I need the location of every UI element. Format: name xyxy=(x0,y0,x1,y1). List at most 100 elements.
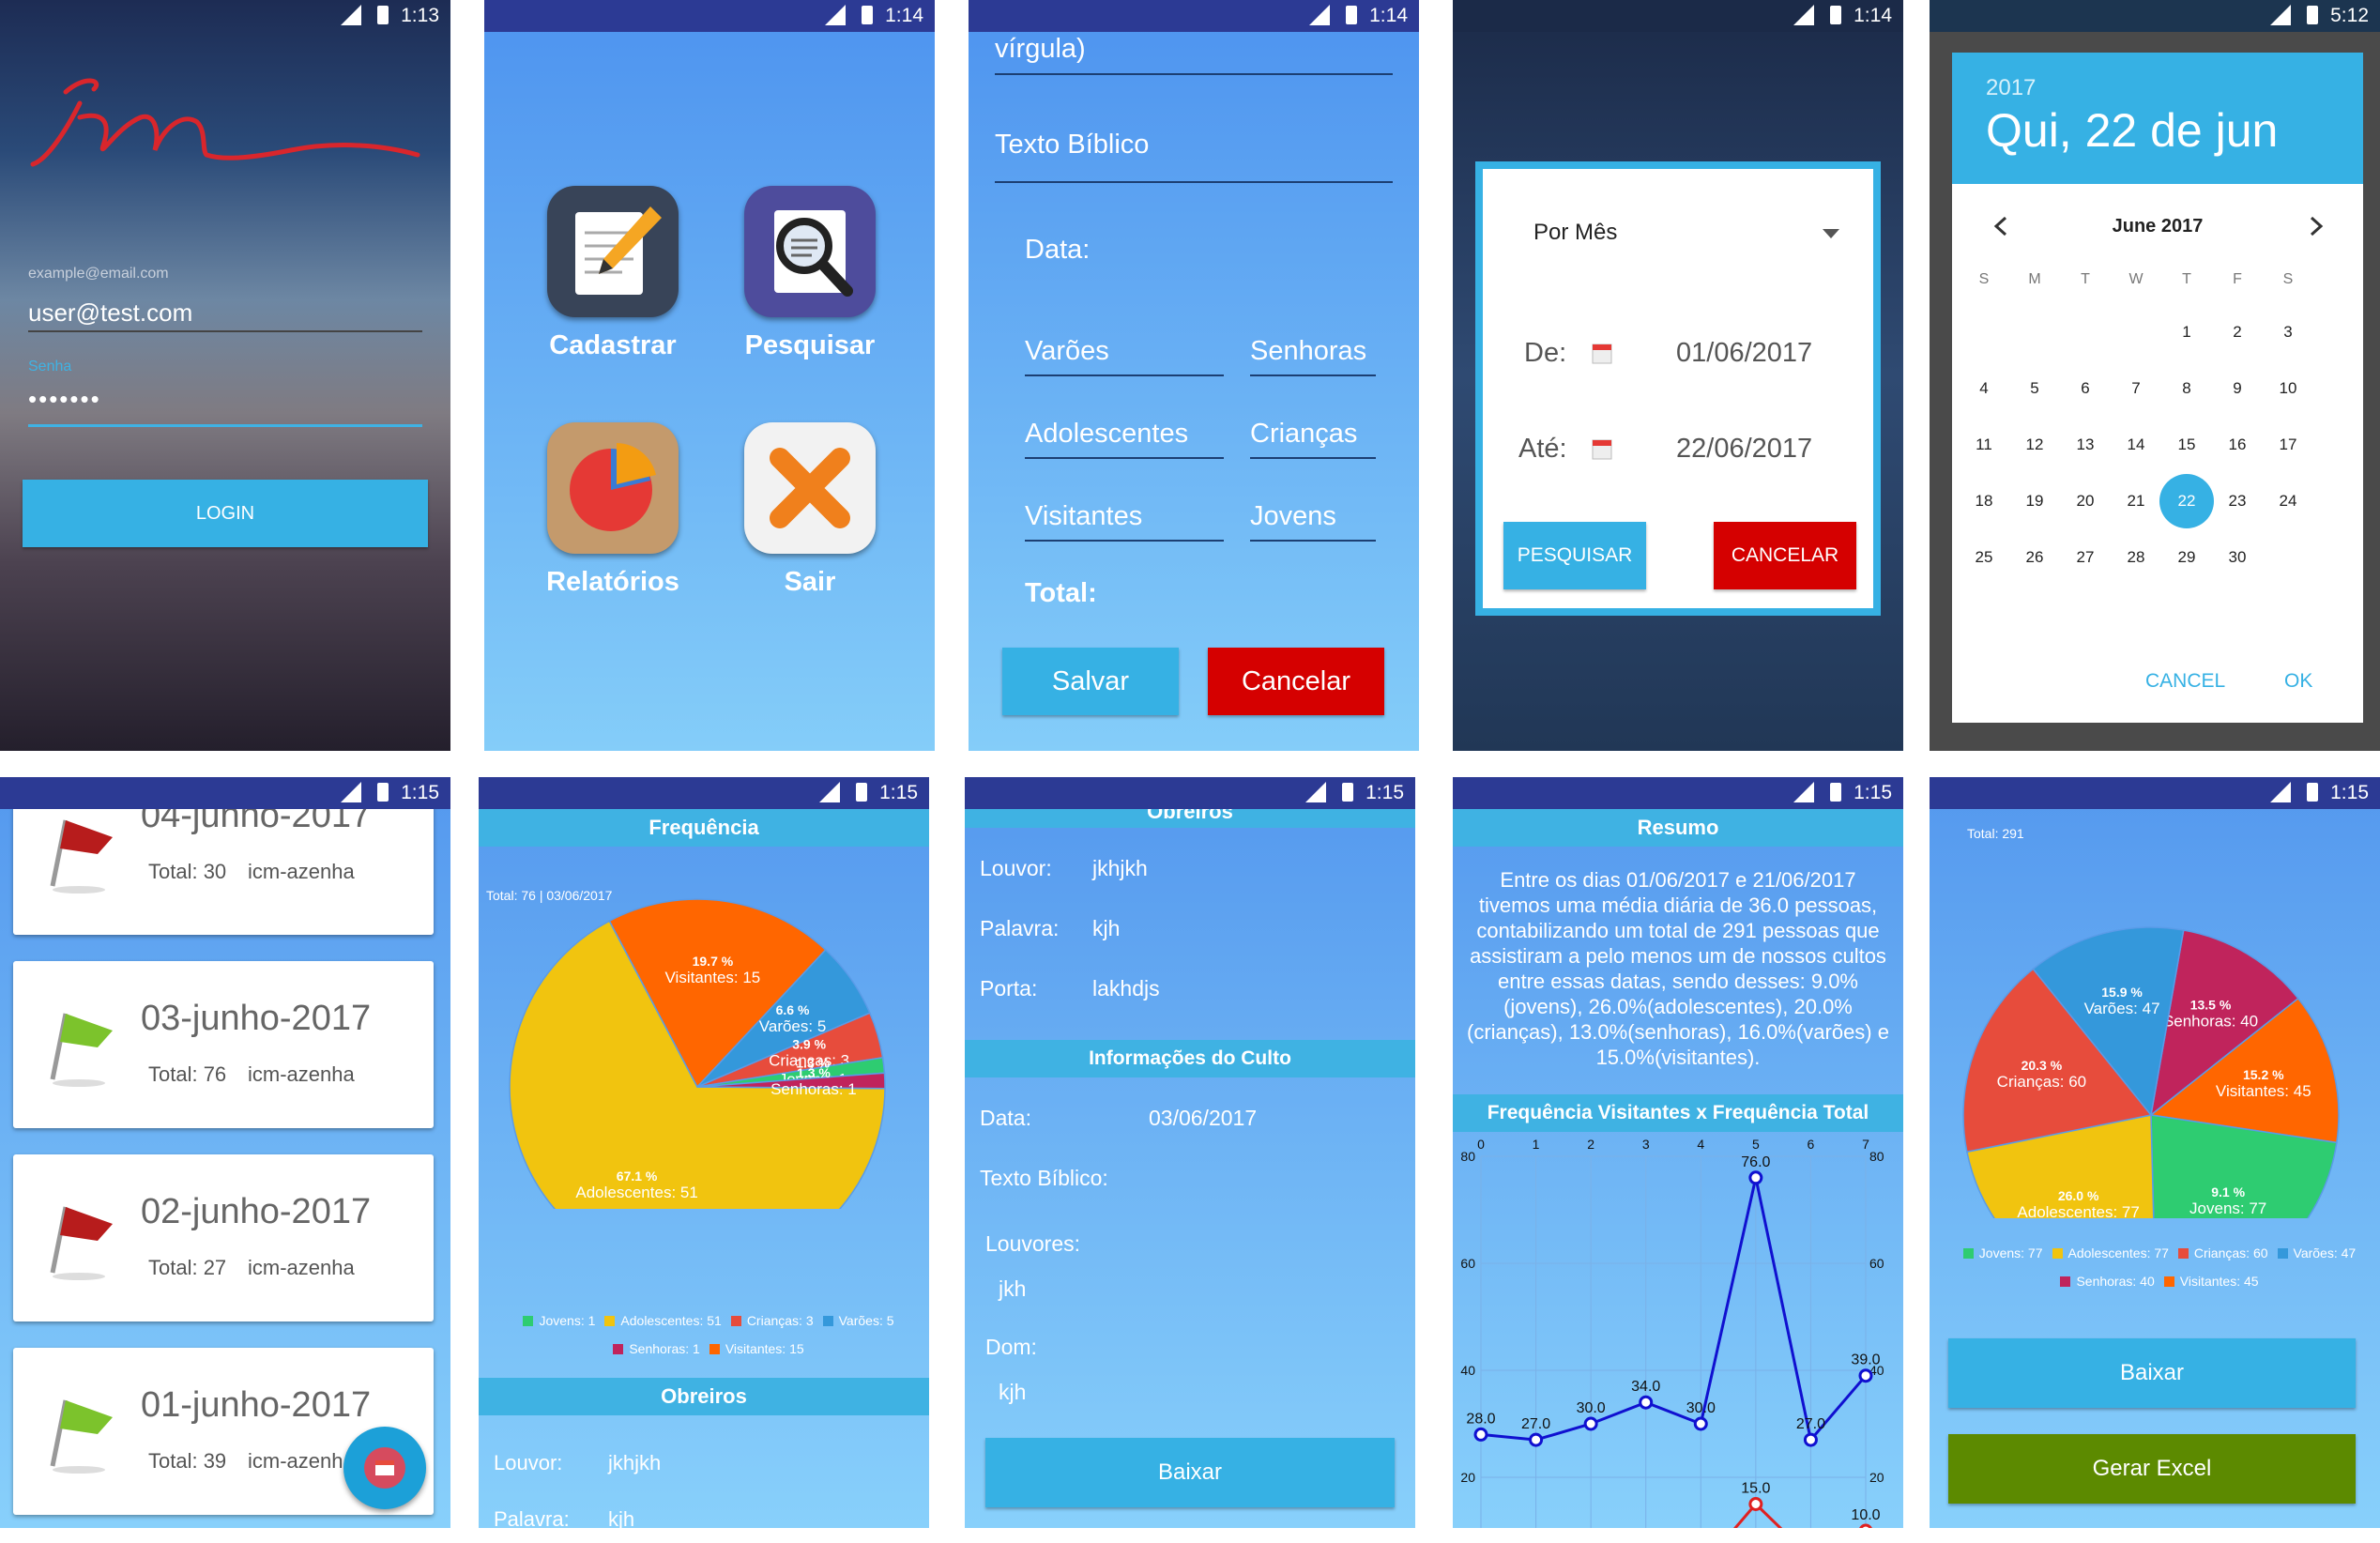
frequency-header: Frequência xyxy=(479,809,929,847)
teens-field[interactable]: Adolescentes xyxy=(1025,419,1188,450)
calendar-day[interactable]: 4 xyxy=(1965,379,2003,398)
to-date-value[interactable]: 22/06/2017 xyxy=(1676,434,1812,465)
email-field[interactable]: user@test.com xyxy=(28,298,192,328)
calendar-day[interactable]: 15 xyxy=(2168,435,2205,454)
slice-label: Varões: 47 xyxy=(2084,1000,2160,1017)
calendar-icon[interactable] xyxy=(1592,437,1612,460)
date-field[interactable]: Data: xyxy=(1025,235,1090,266)
calendar-day[interactable]: 30 xyxy=(2219,548,2256,567)
calendar-day[interactable]: 12 xyxy=(2016,435,2053,454)
summary-screen: 1:15 Resumo Entre os dias 01/06/2017 e 2… xyxy=(1453,777,1903,1528)
register-menu-button[interactable] xyxy=(547,186,679,317)
signal-icon xyxy=(2270,782,2291,802)
slice-percent-label: 20.3 % xyxy=(2021,1058,2063,1073)
visitors-line-chart: 0 1 2 3 4 5 6 720 2040 4060 6080 8028.0 27.030.034.0… xyxy=(1460,1137,1884,1528)
calendar-day[interactable]: 7 xyxy=(2117,379,2155,398)
legend-swatch xyxy=(2060,1276,2071,1287)
calendar-day[interactable]: 6 xyxy=(2067,379,2104,398)
search-menu-button[interactable] xyxy=(744,186,876,317)
calendar-day[interactable]: 11 xyxy=(1965,435,2003,454)
list-item[interactable]: 03-junho-2017 Total: 76 icm-azenha xyxy=(13,961,434,1128)
calendar-day[interactable]: 8 xyxy=(2168,379,2205,398)
field-underline xyxy=(1250,457,1376,459)
calendar-day[interactable]: 5 xyxy=(2016,379,2053,398)
calendar-day[interactable]: 19 xyxy=(2016,492,2053,511)
login-button[interactable]: LOGIN xyxy=(23,480,428,547)
signal-icon xyxy=(1309,5,1330,25)
download-button[interactable]: Baixar xyxy=(985,1438,1395,1507)
women-field[interactable]: Senhoras xyxy=(1250,336,1366,367)
field-underline xyxy=(1250,374,1376,376)
cancel-button[interactable]: CANCELAR xyxy=(1714,522,1856,589)
calendar-day[interactable]: 16 xyxy=(2219,435,2256,454)
floating-action-button[interactable] xyxy=(343,1427,426,1509)
records-list-screen: 04-junho-2017 Total: 30 icm-azenha 03-ju… xyxy=(0,777,450,1528)
y-tick-label: 40 xyxy=(1460,1363,1475,1378)
save-button[interactable]: Salvar xyxy=(1002,648,1179,715)
calendar-day[interactable]: 26 xyxy=(2016,548,2053,567)
calendar-day[interactable]: 22 xyxy=(2168,492,2205,511)
hymns-label: Louvores: xyxy=(985,1231,1081,1256)
calendar-day[interactable]: 27 xyxy=(2067,548,2104,567)
legend-entry: Crianças: 60 xyxy=(2193,1245,2268,1260)
weekday-label: M xyxy=(2028,271,2041,287)
field-underline xyxy=(995,181,1393,183)
from-date-value[interactable]: 01/06/2017 xyxy=(1676,338,1812,369)
data-label: 27.0 xyxy=(1521,1416,1550,1432)
chart-header: Frequência Visitantes x Frequência Total xyxy=(1453,1094,1903,1132)
calendar-day[interactable]: 24 xyxy=(2269,492,2307,511)
status-time: 1:15 xyxy=(1854,782,1892,803)
download-button[interactable]: Baixar xyxy=(1948,1338,2356,1408)
calendar-day[interactable]: 17 xyxy=(2269,435,2307,454)
calendar-day[interactable]: 1 xyxy=(2168,323,2205,342)
data-point xyxy=(1858,1368,1873,1383)
export-excel-button[interactable]: Gerar Excel xyxy=(1948,1434,2356,1504)
record-total: Total: 39 xyxy=(148,1449,227,1473)
calendar-day[interactable]: 28 xyxy=(2117,548,2155,567)
list-item[interactable]: 02-junho-2017 Total: 27 icm-azenha xyxy=(13,1154,434,1321)
calendar-day[interactable]: 23 xyxy=(2219,492,2256,511)
summary-text: Entre os dias 01/06/2017 e 21/06/2017 ti… xyxy=(1467,868,1889,1069)
children-field[interactable]: Crianças xyxy=(1250,419,1357,450)
verse-field-tail[interactable]: vírgula) xyxy=(995,34,1086,65)
calendar-day[interactable]: 18 xyxy=(1965,492,2003,511)
cancel-button[interactable]: Cancelar xyxy=(1208,648,1384,715)
password-label: Senha xyxy=(28,359,72,374)
ok-button[interactable]: OK xyxy=(2284,670,2312,693)
exit-menu-button[interactable] xyxy=(744,422,876,554)
legend-swatch xyxy=(604,1316,616,1326)
bible-text-field[interactable]: Texto Bíblico xyxy=(995,130,1149,160)
data-label: 39.0 xyxy=(1851,1352,1880,1368)
password-underline xyxy=(28,424,422,427)
calendar-day[interactable]: 14 xyxy=(2117,435,2155,454)
status-bar: 1:14 xyxy=(969,0,1419,32)
calendar-day[interactable]: 2 xyxy=(2219,323,2256,342)
men-field[interactable]: Varões xyxy=(1025,336,1109,367)
visitors-field[interactable]: Visitantes xyxy=(1025,501,1142,532)
calendar-day[interactable]: 20 xyxy=(2067,492,2104,511)
dropdown-arrow-icon[interactable] xyxy=(1823,229,1839,238)
chevron-right-icon[interactable] xyxy=(2309,216,2324,237)
date-picker-dialog: 2017 Qui, 22 de jun June 2017 SMTWTFS 12… xyxy=(1952,53,2363,723)
search-button[interactable]: PESQUISAR xyxy=(1503,522,1646,589)
youth-field[interactable]: Jovens xyxy=(1250,501,1336,532)
calendar-day[interactable]: 10 xyxy=(2269,379,2307,398)
password-field[interactable]: ••••••• xyxy=(28,385,101,414)
calendar-day[interactable]: 25 xyxy=(1965,548,2003,567)
period-dropdown[interactable]: Por Mês xyxy=(1533,220,1617,246)
calendar-day[interactable]: 9 xyxy=(2219,379,2256,398)
cancel-button[interactable]: CANCEL xyxy=(2145,670,2225,693)
record-total: Total: 30 xyxy=(148,860,227,883)
data-label: 27.0 xyxy=(1796,1416,1825,1432)
date-label: Data: xyxy=(980,1106,1031,1130)
legend-entry: Crianças: 3 xyxy=(746,1313,814,1328)
calendar-day[interactable]: 13 xyxy=(2067,435,2104,454)
calendar-day[interactable]: 3 xyxy=(2269,323,2307,342)
calendar-day[interactable]: 21 xyxy=(2117,492,2155,511)
reports-menu-button[interactable] xyxy=(547,422,679,554)
weekday-label: T xyxy=(2081,271,2090,287)
calendar-icon[interactable] xyxy=(1592,342,1612,364)
report-chart-screen: 1:15 Total: 291 13.5 % Senhoras: 40 15.2 %… xyxy=(1930,777,2380,1528)
year-label[interactable]: 2017 xyxy=(1986,75,2036,101)
calendar-day[interactable]: 29 xyxy=(2168,548,2205,567)
